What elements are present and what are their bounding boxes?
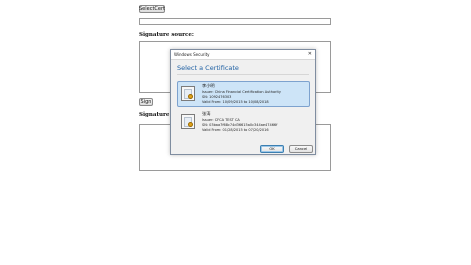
sign-button[interactable]: Sign bbox=[139, 98, 153, 106]
dialog-heading: Select a Certificate bbox=[177, 64, 239, 72]
certificate-issuer: Issuer: CFCA TEST CA bbox=[202, 118, 240, 122]
dialog-title: Windows Security bbox=[174, 52, 210, 57]
certificate-name: 张涛 bbox=[202, 111, 211, 116]
certificate-icon bbox=[181, 86, 195, 101]
ok-button[interactable]: OK bbox=[260, 145, 284, 153]
cert-text-field[interactable] bbox=[139, 18, 331, 25]
dialog-title-bar: Windows Security bbox=[171, 50, 315, 60]
certificate-sn: SN: 1092476303 bbox=[202, 95, 232, 99]
certificate-icon bbox=[181, 114, 195, 129]
signature-source-label: Signature source: bbox=[139, 32, 194, 38]
certificate-validity: Valid From: 01/28/2015 to 07/20/2016 bbox=[202, 128, 269, 132]
certificate-name: 李小明 bbox=[202, 83, 215, 88]
divider bbox=[177, 74, 309, 75]
certificate-sn: SN: 03baa7f68c74d36615a0c344ae47466f bbox=[202, 123, 278, 127]
select-certificate-dialog: Windows Security ✕ Select a Certificate … bbox=[170, 49, 316, 155]
certificate-validity: Valid From: 10/09/2015 to 10/08/2018 bbox=[202, 100, 269, 104]
cancel-button[interactable]: Cancel bbox=[289, 145, 313, 153]
close-icon[interactable]: ✕ bbox=[308, 50, 312, 59]
select-cert-button[interactable]: SelectCert bbox=[139, 5, 165, 13]
certificate-issuer: Issuer: China Financial Certification Au… bbox=[202, 90, 281, 94]
signature-label: Signature bbox=[139, 112, 170, 118]
certificate-item[interactable]: 李小明 Issuer: China Financial Certificatio… bbox=[177, 81, 310, 107]
certificate-item[interactable]: 张涛 Issuer: CFCA TEST CA SN: 03baa7f68c74… bbox=[177, 109, 310, 135]
